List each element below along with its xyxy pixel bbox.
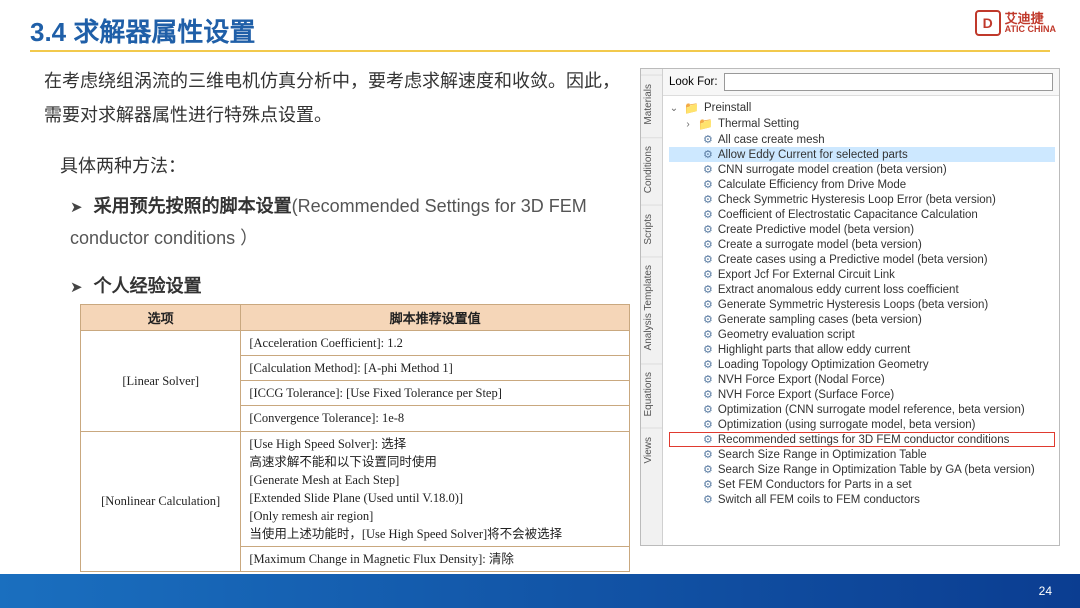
table-rowhead: [Linear Solver] (81, 331, 241, 432)
intro-p2: 具体两种方法： (60, 152, 186, 178)
tree-item[interactable]: ⚙CNN surrogate model creation (beta vers… (669, 162, 1055, 177)
section-title: 3.4 求解器属性设置 (30, 12, 255, 49)
gear-icon: ⚙ (703, 388, 713, 401)
gear-icon: ⚙ (703, 208, 713, 221)
tree-child-folder[interactable]: ›📁Thermal Setting (669, 116, 1055, 132)
gear-icon: ⚙ (703, 433, 713, 446)
gear-icon: ⚙ (703, 298, 713, 311)
gear-icon: ⚙ (703, 478, 713, 491)
gear-icon: ⚙ (703, 463, 713, 476)
tree-item[interactable]: ⚙Create a surrogate model (beta version) (669, 237, 1055, 252)
gear-icon: ⚙ (703, 238, 713, 251)
tree-item[interactable]: ⚙Coefficient of Electrostatic Capacitanc… (669, 207, 1055, 222)
tree-item[interactable]: ⚙Optimization (CNN surrogate model refer… (669, 402, 1055, 417)
gear-icon: ⚙ (703, 223, 713, 236)
intro-p1: 在考虑绕组涡流的三维电机仿真分析中，要考虑求解速度和收敛。因此，需要对求解器属性… (44, 71, 620, 125)
script-browser-panel: Materials Conditions Scripts Analysis Templ… (640, 68, 1060, 546)
tree-item[interactable]: ⚙Search Size Range in Optimization Table (669, 447, 1055, 462)
tree-root[interactable]: ⌄📁Preinstall (669, 100, 1055, 116)
table-rowhead: [Nonlinear Calculation] (81, 431, 241, 572)
gear-icon: ⚙ (703, 193, 713, 206)
settings-table: 选项 脚本推荐设置值 [Linear Solver][Acceleration … (80, 304, 630, 572)
gear-icon: ⚙ (703, 448, 713, 461)
bullet-2: ➤ 个人经验设置 (70, 272, 202, 298)
tree-item[interactable]: ⚙Geometry evaluation script (669, 327, 1055, 342)
gear-icon: ⚙ (703, 163, 713, 176)
brand-logo: D 艾迪捷 ATIC CHINA (975, 10, 1056, 36)
tree-item[interactable]: ⚙All case create mesh (669, 132, 1055, 147)
gear-icon: ⚙ (703, 178, 713, 191)
tree-item[interactable]: ⚙Recommended settings for 3D FEM conduct… (669, 432, 1055, 447)
logo-en: ATIC CHINA (1005, 25, 1056, 34)
tree-item[interactable]: ⚙Set FEM Conductors for Parts in a set (669, 477, 1055, 492)
chevron-right-icon: ➤ (70, 199, 83, 216)
th-option: 选项 (81, 305, 241, 331)
tree-item[interactable]: ⚙Search Size Range in Optimization Table… (669, 462, 1055, 477)
gear-icon: ⚙ (703, 133, 713, 146)
tree-item[interactable]: ⚙Switch all FEM coils to FEM conductors (669, 492, 1055, 507)
side-tab[interactable]: Materials (641, 75, 662, 133)
tree-item[interactable]: ⚙Check Symmetric Hysteresis Loop Error (… (669, 192, 1055, 207)
expand-icon[interactable]: › (683, 119, 693, 130)
tree-item[interactable]: ⚙Highlight parts that allow eddy current (669, 342, 1055, 357)
tree-item[interactable]: ⚙Extract anomalous eddy current loss coe… (669, 282, 1055, 297)
lookfor-bar: Look For: (663, 69, 1059, 96)
gear-icon: ⚙ (703, 148, 713, 161)
intro-paragraph: 在考虑绕组涡流的三维电机仿真分析中，要考虑求解速度和收敛。因此，需要对求解器属性… (44, 64, 624, 132)
gear-icon: ⚙ (703, 268, 713, 281)
slide-number: 24 (1039, 584, 1052, 598)
side-tab-strip: Materials Conditions Scripts Analysis Templ… (641, 69, 663, 545)
tree-item[interactable]: ⚙NVH Force Export (Surface Force) (669, 387, 1055, 402)
bullet2-bold: 个人经验设置 (94, 276, 202, 296)
gear-icon: ⚙ (703, 283, 713, 296)
tree-item[interactable]: ⚙Loading Topology Optimization Geometry (669, 357, 1055, 372)
tree-item[interactable]: ⚙Generate Symmetric Hysteresis Loops (be… (669, 297, 1055, 312)
lookfor-label: Look For: (669, 76, 718, 88)
gear-icon: ⚙ (703, 343, 713, 356)
table-cell: [ICCG Tolerance]: [Use Fixed Tolerance p… (241, 381, 630, 406)
tree-item[interactable]: ⚙Allow Eddy Current for selected parts (669, 147, 1055, 162)
folder-icon: 📁 (684, 101, 699, 115)
gear-icon: ⚙ (703, 373, 713, 386)
gear-icon: ⚙ (703, 403, 713, 416)
gear-icon: ⚙ (703, 493, 713, 506)
gear-icon: ⚙ (703, 313, 713, 326)
logo-mark-icon: D (975, 10, 1001, 36)
side-tab[interactable]: Conditions (641, 137, 662, 201)
table-cell: [Convergence Tolerance]: 1e-8 (241, 406, 630, 431)
side-tab[interactable]: Analysis Templates (641, 256, 662, 358)
tree-item[interactable]: ⚙Create Predictive model (beta version) (669, 222, 1055, 237)
bullet-1: ➤ 采用预先按照的脚本设置(Recommended Settings for 3… (70, 190, 630, 255)
side-tab[interactable]: Views (641, 428, 662, 472)
folder-icon: 📁 (698, 117, 713, 131)
table-cell: [Use High Speed Solver]: 选择 高速求解不能和以下设置同… (241, 431, 630, 547)
tree-item[interactable]: ⚙Create cases using a Predictive model (… (669, 252, 1055, 267)
tree-item[interactable]: ⚙Generate sampling cases (beta version) (669, 312, 1055, 327)
bullet1-bold: 采用预先按照的脚本设置 (94, 196, 292, 216)
gear-icon: ⚙ (703, 358, 713, 371)
gear-icon: ⚙ (703, 253, 713, 266)
tree-item[interactable]: ⚙Export Jcf For External Circuit Link (669, 267, 1055, 282)
tree-item[interactable]: ⚙Optimization (using surrogate model, be… (669, 417, 1055, 432)
gear-icon: ⚙ (703, 328, 713, 341)
tree-item[interactable]: ⚙NVH Force Export (Nodal Force) (669, 372, 1055, 387)
title-underline (30, 50, 1050, 52)
lookfor-input[interactable] (724, 73, 1053, 91)
table-cell: [Maximum Change in Magnetic Flux Density… (241, 547, 630, 572)
th-value: 脚本推荐设置值 (241, 305, 630, 331)
tree-item[interactable]: ⚙Calculate Efficiency from Drive Mode (669, 177, 1055, 192)
table-cell: [Calculation Method]: [A-phi Method 1] (241, 356, 630, 381)
script-tree[interactable]: ⌄📁Preinstall›📁Thermal Setting⚙All case c… (663, 96, 1059, 545)
slide-footer: 24 (0, 574, 1080, 608)
chevron-right-icon: ➤ (70, 279, 83, 296)
gear-icon: ⚙ (703, 418, 713, 431)
side-tab[interactable]: Equations (641, 363, 662, 424)
table-cell: [Acceleration Coefficient]: 1.2 (241, 331, 630, 356)
expand-icon[interactable]: ⌄ (669, 103, 679, 114)
side-tab[interactable]: Scripts (641, 205, 662, 253)
